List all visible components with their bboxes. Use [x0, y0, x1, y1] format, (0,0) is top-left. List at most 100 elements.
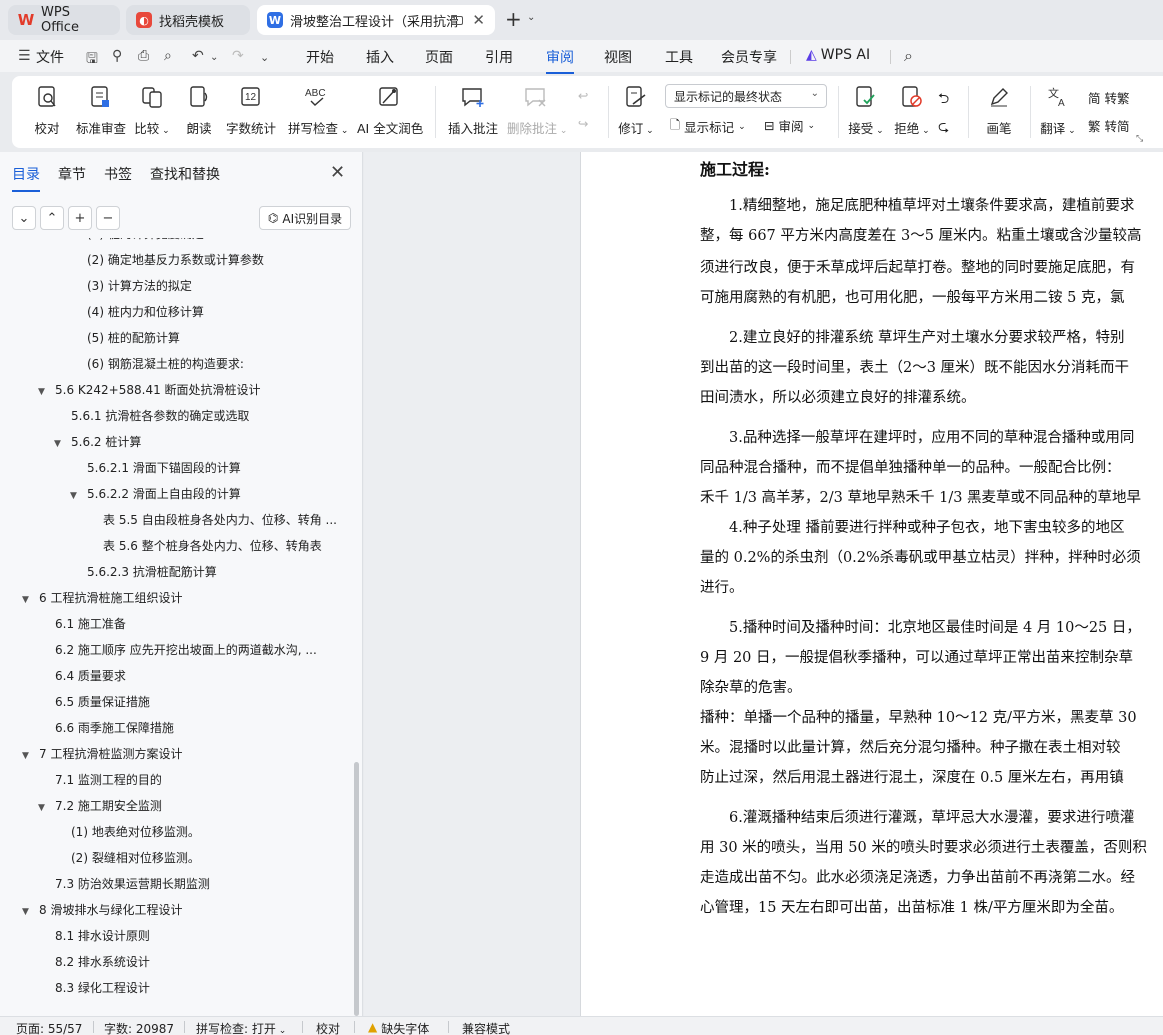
- print-preview-icon[interactable]: ⌕: [164, 48, 172, 64]
- chevron-down-icon[interactable]: ⌄: [527, 12, 535, 23]
- tab-find-replace[interactable]: 查找和替换: [150, 164, 220, 184]
- markup-display-select[interactable]: 显示标记的最终状态 ⌄: [665, 84, 827, 108]
- menu-start[interactable]: 开始: [306, 47, 334, 67]
- save-icon[interactable]: 🖫: [86, 48, 98, 72]
- toc-item[interactable]: 6.4 质量要求: [38, 663, 126, 689]
- toc-item[interactable]: ▼ 7.2 施工期安全监测: [38, 793, 162, 819]
- tab-docer-templates[interactable]: ◐ 找稻壳模板: [126, 5, 250, 35]
- toc-item[interactable]: ▼ 5.6.2.2 滑面上自由段的计算: [70, 481, 241, 507]
- previous-change-icon[interactable]: ⮌: [938, 88, 949, 112]
- toc-item[interactable]: 5.6.1 抗滑桩各参数的确定或选取: [54, 403, 249, 429]
- toc-item[interactable]: 8.1 排水设计原则: [38, 923, 150, 949]
- menu-page[interactable]: 页面: [425, 47, 453, 67]
- toc-item[interactable]: 表 5.6 整个桩身各处内力、位移、转角表: [86, 533, 322, 559]
- expand-toggle-icon[interactable]: ▼: [22, 587, 34, 613]
- more-icon[interactable]: ⌄: [260, 51, 269, 64]
- toc-item[interactable]: (1) 桩的计算宽度确定: [70, 238, 204, 247]
- page-indicator[interactable]: 页面: 55/57: [16, 1020, 82, 1035]
- search-icon[interactable]: ⌕: [904, 46, 913, 66]
- spell-check-button[interactable]: ABC 拼写检查 ⌄: [288, 82, 348, 137]
- pen-button[interactable]: 画笔: [984, 82, 1014, 137]
- menu-tools[interactable]: 工具: [665, 47, 693, 67]
- tab-chapters[interactable]: 章节: [58, 164, 86, 184]
- share-icon[interactable]: ⚲: [112, 48, 122, 64]
- toc-item[interactable]: 6.6 雨季施工保障措施: [38, 715, 174, 741]
- menu-insert[interactable]: 插入: [366, 47, 394, 67]
- toc-item[interactable]: (1) 地表绝对位移监测。: [54, 819, 200, 845]
- toc-item[interactable]: 8.3 绿化工程设计: [38, 975, 150, 1001]
- tab-toc[interactable]: 目录: [12, 164, 40, 192]
- word-count-indicator[interactable]: 字数: 20987: [104, 1020, 174, 1035]
- expand-toggle-icon[interactable]: ▼: [38, 795, 50, 821]
- toc-item[interactable]: (2) 确定地基反力系数或计算参数: [70, 247, 264, 273]
- tab-active-document[interactable]: W 滑坡整治工程设计（采用抗滑 ✕: [257, 5, 495, 35]
- expand-toggle-icon[interactable]: ▼: [38, 379, 50, 405]
- track-changes-button[interactable]: 修订 ⌄: [618, 82, 654, 137]
- tab-wps-office[interactable]: W WPS Office: [8, 5, 120, 35]
- toc-item[interactable]: (4) 桩内力和位移计算: [70, 299, 204, 325]
- toc-item[interactable]: 5.6.2.3 抗滑桩配筋计算: [70, 559, 217, 585]
- compare-button[interactable]: 比较 ⌄: [134, 82, 170, 137]
- accept-button[interactable]: 接受 ⌄: [848, 82, 884, 137]
- toc-item[interactable]: ▼ 5.6 K242+588.41 断面处抗滑桩设计: [38, 377, 261, 403]
- toc-item[interactable]: 5.6.2.1 滑面下锚固段的计算: [70, 455, 241, 481]
- toc-item[interactable]: 7.1 监测工程的目的: [38, 767, 162, 793]
- hamburger-icon[interactable]: ☰: [18, 48, 31, 64]
- menu-review[interactable]: 审阅: [546, 47, 574, 74]
- toc-item[interactable]: (6) 钢筋混凝土桩的构造要求:: [70, 351, 244, 377]
- expand-toggle-icon[interactable]: ▼: [22, 743, 34, 769]
- expand-all-button[interactable]: ⌄: [12, 206, 36, 230]
- toc-item[interactable]: 6.2 施工顺序 应先开挖出坡面上的两道截水沟, ...: [38, 637, 317, 663]
- proofread-button[interactable]: 校对: [32, 82, 62, 137]
- toc-scrollbar[interactable]: [354, 762, 359, 1016]
- toc-item[interactable]: ▼ 8 滑坡排水与绿化工程设计: [22, 897, 182, 923]
- toc-item[interactable]: 表 5.5 自由段桩身各处内力、位移、转角 ...: [86, 507, 337, 533]
- insert-comment-button[interactable]: 插入批注: [448, 82, 498, 137]
- toc-item[interactable]: ▼ 6 工程抗滑桩施工组织设计: [22, 585, 182, 611]
- toc-item[interactable]: ▼ 5.6.2 桩计算: [54, 429, 141, 455]
- ai-polish-button[interactable]: AI 全文润色: [357, 82, 423, 137]
- next-change-icon[interactable]: ⮎: [938, 116, 949, 140]
- toc-item[interactable]: (3) 计算方法的拟定: [70, 273, 192, 299]
- spell-check-status[interactable]: 拼写检查: 打开 ⌄: [196, 1020, 286, 1035]
- convert-to-simplified-button[interactable]: 繁 转简: [1088, 116, 1129, 135]
- proofread-status[interactable]: 校对: [316, 1020, 340, 1035]
- show-markup-button[interactable]: 🗋 显示标记 ⌄: [670, 116, 746, 137]
- close-tab-icon[interactable]: ✕: [472, 11, 485, 29]
- close-panel-icon[interactable]: ✕: [330, 162, 345, 183]
- print-icon[interactable]: ⎙: [138, 48, 149, 64]
- menu-member[interactable]: 会员专享: [721, 47, 777, 67]
- word-count-button[interactable]: 12 字数统计: [226, 82, 276, 137]
- standard-review-button[interactable]: 标准审查: [76, 82, 126, 137]
- add-heading-button[interactable]: +: [68, 206, 92, 230]
- collapse-all-button[interactable]: ⌃: [40, 206, 64, 230]
- menu-file[interactable]: 文件: [36, 47, 64, 67]
- expand-toggle-icon[interactable]: ▼: [70, 483, 82, 509]
- toc-item[interactable]: ▼ 7 工程抗滑桩监测方案设计: [22, 741, 182, 767]
- review-pane-button[interactable]: ⊟ 审阅 ⌄: [764, 116, 815, 135]
- menu-view[interactable]: 视图: [604, 47, 632, 67]
- menu-reference[interactable]: 引用: [485, 47, 513, 67]
- missing-font-status[interactable]: ▲ 缺失字体: [368, 1020, 429, 1035]
- expand-toggle-icon[interactable]: ▼: [54, 431, 66, 457]
- convert-to-traditional-button[interactable]: 简 转繁: [1088, 88, 1129, 107]
- toc-item[interactable]: 8.2 排水系统设计: [38, 949, 150, 975]
- undo-dropdown-icon[interactable]: ⌄: [210, 52, 218, 63]
- menu-wps-ai[interactable]: ◭ WPS AI: [806, 47, 870, 63]
- monitor-icon[interactable]: [451, 15, 463, 25]
- expand-toggle-icon[interactable]: ▼: [22, 899, 34, 925]
- undo-icon[interactable]: ↶: [192, 48, 204, 64]
- tab-bookmarks[interactable]: 书签: [104, 164, 132, 184]
- document-page[interactable]: 施工过程: 1.精细整地，施足底肥种植草坪对土壤条件要求高，建植前要求 整，每 6…: [580, 152, 1163, 1016]
- toc-item[interactable]: 6.1 施工准备: [38, 611, 126, 637]
- toc-item[interactable]: (5) 桩的配筋计算: [70, 325, 180, 351]
- remove-heading-button[interactable]: −: [96, 206, 120, 230]
- toc-item[interactable]: (2) 裂缝相对位移监测。: [54, 845, 200, 871]
- toc-item[interactable]: 6.5 质量保证措施: [38, 689, 150, 715]
- expand-ribbon-icon[interactable]: ⤡: [1136, 134, 1143, 144]
- translate-button[interactable]: 文A 翻译 ⌄: [1040, 82, 1076, 137]
- reject-button[interactable]: 拒绝 ⌄: [894, 82, 930, 137]
- ai-toc-button[interactable]: ⌬ AI识别目录: [259, 206, 351, 230]
- read-aloud-button[interactable]: 朗读: [184, 82, 214, 137]
- toc-item[interactable]: 7.3 防治效果运营期长期监测: [38, 871, 210, 897]
